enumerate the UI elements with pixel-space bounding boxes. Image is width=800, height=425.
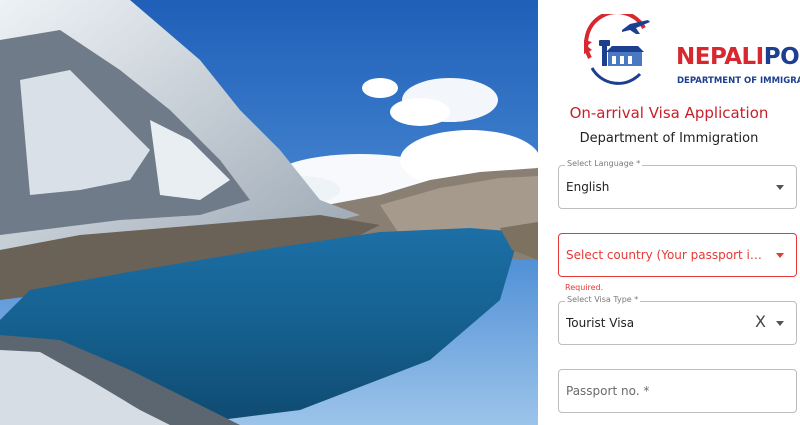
chevron-down-icon[interactable] (776, 321, 784, 326)
airport-logo-icon (584, 14, 650, 85)
brand-name: NEPALIPORT (676, 44, 800, 70)
brand-subtitle: DEPARTMENT OF IMMIGRATION (677, 76, 800, 86)
country-error-text: Required. (565, 283, 604, 292)
application-panel: NEPALIPORT DEPARTMENT OF IMMIGRATION On-… (538, 0, 800, 425)
visa-type-value: Tourist Visa (566, 316, 635, 330)
language-value: English (566, 180, 610, 194)
language-select[interactable]: Select Language * English (558, 159, 797, 209)
chevron-down-icon[interactable] (776, 253, 784, 258)
country-select[interactable]: Select country (Your passport issuing co… (558, 233, 797, 277)
passport-number-field[interactable]: Passport no. * (558, 369, 797, 413)
page-subtitle: Department of Immigration (579, 131, 759, 146)
visa-type-label: Select Visa Type * (565, 295, 641, 304)
close-icon[interactable]: X (755, 312, 766, 332)
visa-type-select[interactable]: Select Visa Type * Tourist Visa X (558, 295, 797, 345)
language-label: Select Language * (565, 159, 643, 168)
chevron-down-icon[interactable] (776, 185, 784, 190)
passport-placeholder: Passport no. * (566, 384, 650, 398)
brand-logo: NEPALIPORT DEPARTMENT OF IMMIGRATION (578, 14, 800, 86)
country-placeholder: Select country (Your passport issuing co… (566, 248, 766, 262)
hero-landscape-image (0, 0, 538, 425)
page-title: On-arrival Visa Application (569, 104, 769, 122)
